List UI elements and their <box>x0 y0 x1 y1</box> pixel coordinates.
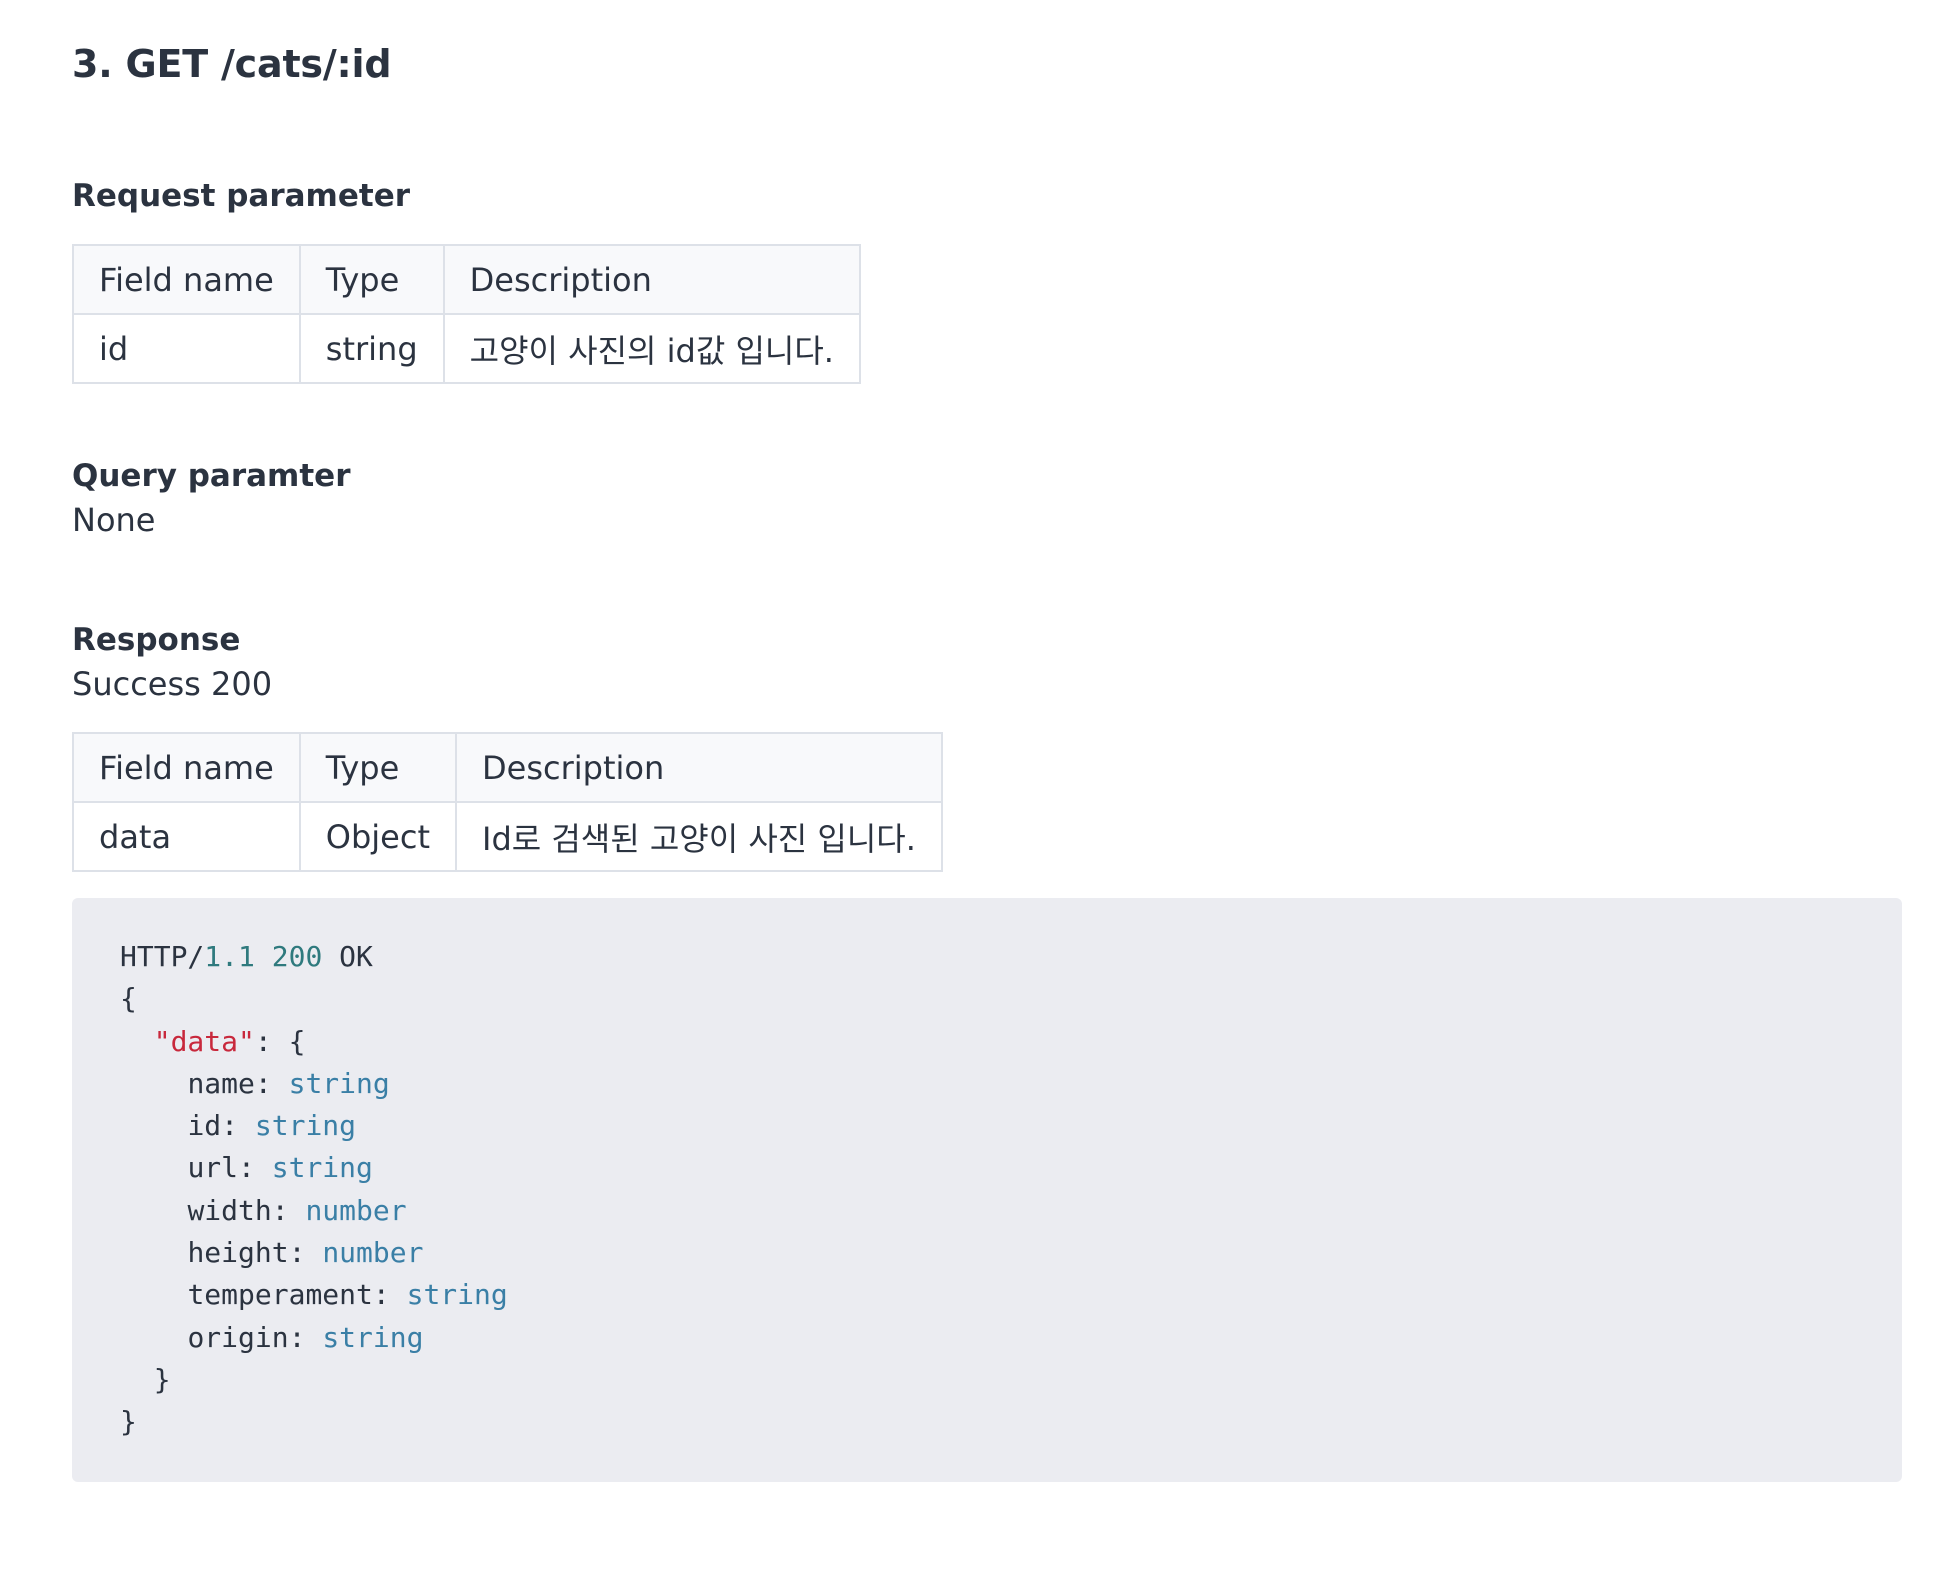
code-data-key: "data" <box>153 1024 255 1058</box>
cell-description: 고양이 사진의 id값 입니다. <box>442 313 861 384</box>
column-header-description: Description <box>442 244 861 315</box>
table-row: id string 고양이 사진의 id값 입니다. <box>72 313 861 384</box>
column-header-type: Type <box>298 732 458 803</box>
code-outer-close: } <box>120 1405 137 1439</box>
code-data-separator: : { <box>254 1024 306 1058</box>
query-parameter-value: None <box>72 501 156 539</box>
code-field-key: url <box>187 1151 239 1185</box>
column-header-field-name: Field name <box>72 244 301 315</box>
code-field-key: origin <box>187 1320 289 1354</box>
cell-description: Id로 검색된 고양이 사진 입니다. <box>455 801 943 872</box>
column-header-field-name: Field name <box>72 732 301 803</box>
cell-type: Object <box>298 801 458 872</box>
cell-field-name: data <box>72 801 301 872</box>
response-status-text: Success 200 <box>72 665 273 703</box>
code-field-key: width <box>187 1193 272 1227</box>
code-field-line: url: string <box>187 1151 373 1185</box>
code-field-key: height <box>187 1236 289 1270</box>
code-field-line: width: number <box>187 1193 407 1227</box>
code-field-line: temperament: string <box>187 1278 508 1312</box>
code-reason: OK <box>339 940 373 973</box>
query-parameter-heading: Query paramter <box>72 458 351 494</box>
code-inner-close-line: } <box>120 1359 1902 1401</box>
response-heading: Response <box>72 622 241 658</box>
code-field-type: string <box>406 1278 508 1312</box>
code-data-line: "data": { <box>120 1021 1902 1063</box>
column-header-type: Type <box>298 244 445 315</box>
response-table: Field name Type Description data Object … <box>72 732 943 872</box>
code-protocol: HTTP/ <box>120 940 205 973</box>
code-field-type: string <box>288 1066 390 1100</box>
code-inner-close: } <box>153 1362 171 1396</box>
code-field-type: string <box>322 1320 424 1354</box>
table-header-row: Field name Type Description <box>72 732 943 803</box>
table-row: data Object Id로 검색된 고양이 사진 입니다. <box>72 801 943 872</box>
code-field-line: origin: string <box>187 1320 424 1354</box>
code-field-line: height: number <box>187 1236 424 1270</box>
cell-type: string <box>298 313 445 384</box>
code-status-code: 200 <box>271 940 323 973</box>
table-header-row: Field name Type Description <box>72 244 861 315</box>
code-field-key: temperament <box>187 1278 373 1312</box>
cell-field-name: id <box>72 313 301 384</box>
request-parameter-table: Field name Type Description id string 고양… <box>72 244 861 384</box>
code-field-key: id <box>187 1109 222 1143</box>
page-title: 3. GET /cats/:id <box>72 42 392 86</box>
code-open-brace: { <box>120 982 137 1016</box>
code-field-line: id: string <box>187 1109 357 1143</box>
code-field-type: string <box>254 1109 357 1143</box>
code-field-type: number <box>322 1236 424 1270</box>
request-parameter-heading: Request parameter <box>72 178 411 214</box>
document-page: 3. GET /cats/:id Request parameter Field… <box>0 0 1954 1482</box>
column-header-description: Description <box>455 732 943 803</box>
code-field-key: name <box>187 1066 255 1100</box>
response-code-block: HTTP/1.1 200 OK{ "data": { name: string … <box>72 898 1902 1482</box>
code-field-line: name: string <box>187 1066 390 1100</box>
code-field-type: number <box>305 1193 407 1227</box>
code-status-line: HTTP/1.1 200 OK <box>120 936 1902 978</box>
code-field-type: string <box>271 1151 373 1185</box>
code-version: 1.1 <box>204 940 255 973</box>
